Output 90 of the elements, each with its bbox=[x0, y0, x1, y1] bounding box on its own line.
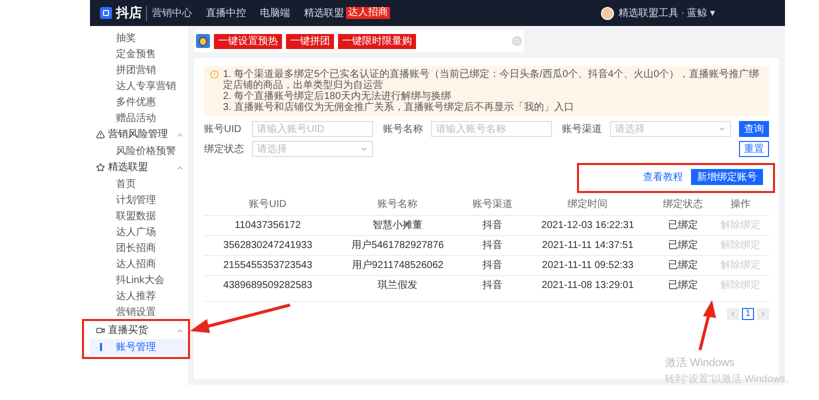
table-cell: 2021-12-03 16:22:31 bbox=[521, 215, 654, 235]
sidebar-item[interactable]: 风险价格预警 bbox=[90, 143, 188, 159]
input-field[interactable]: 请输入账号UID bbox=[252, 121, 373, 137]
table-cell: 抖音 bbox=[464, 255, 522, 275]
table-cell: 抖音 bbox=[464, 235, 522, 255]
table-cell: 抖音 bbox=[464, 215, 522, 235]
nav-link[interactable]: 直播中控 bbox=[206, 6, 246, 20]
chevron-right-icon bbox=[759, 310, 767, 318]
notice-text: 1. 每个渠道最多绑定5个已实名认证的直播账号（当前已绑定：今日头条/西瓜0个、抖音4个、火山0个），直播账号推广绑定店铺的商品，出单类型归为自运营 bbox=[223, 69, 760, 91]
notice-text: 3. 直播账号和店铺仅为无佣金推广关系，直播账号绑定后不再显示「我的」入口 bbox=[223, 102, 576, 113]
sidebar-item[interactable]: 抽奖 bbox=[90, 30, 188, 46]
table-cell: 已绑定 bbox=[654, 255, 712, 275]
search-icon[interactable] bbox=[512, 36, 522, 46]
sidebar-item[interactable]: 首页 bbox=[90, 176, 188, 192]
prev-page-button[interactable] bbox=[727, 308, 739, 320]
column-header: 绑定状态 bbox=[654, 195, 712, 215]
table-cell: 2021-11-11 09:52:33 bbox=[521, 255, 654, 275]
table-cell: 已绑定 bbox=[654, 215, 712, 235]
sidebar-item[interactable]: 拼团营销 bbox=[90, 62, 188, 78]
tutorial-link[interactable]: 查看教程 bbox=[643, 170, 683, 184]
column-header: 操作 bbox=[712, 195, 769, 215]
sidebar-group[interactable]: 直播买货 bbox=[90, 322, 188, 339]
notice-text: 2. 每个直播账号绑定后180天内无法进行解绑与换绑 bbox=[223, 91, 451, 102]
table-cell: 已绑定 bbox=[654, 235, 712, 255]
sidebar-group[interactable]: 精选联盟 bbox=[90, 159, 188, 176]
sidebar-item[interactable]: 计划管理 bbox=[90, 192, 188, 208]
filter-label: 绑定状态 bbox=[204, 142, 245, 156]
next-page-button[interactable] bbox=[757, 308, 769, 320]
avatar[interactable] bbox=[601, 6, 614, 20]
sidebar-item[interactable]: 达人推荐 bbox=[90, 288, 188, 304]
nav-link[interactable]: 电脑端 bbox=[260, 6, 290, 20]
promo-button[interactable]: 一键拼团 bbox=[286, 34, 334, 48]
sidebar-item[interactable]: 营销设置 bbox=[90, 304, 188, 320]
sidebar-item[interactable]: 达人招商 bbox=[90, 256, 188, 272]
reset-button[interactable]: 重置 bbox=[739, 141, 769, 157]
column-header: 账号UID bbox=[204, 195, 332, 215]
table-cell: 110437356172 bbox=[204, 215, 332, 235]
group-label: 营销风险管理 bbox=[108, 128, 169, 142]
group-label: 直播买货 bbox=[108, 324, 149, 338]
nav-badge: 达人招商 bbox=[346, 7, 390, 19]
filter-label: 账号UID bbox=[204, 122, 242, 136]
promo-button[interactable]: 一键限时限量购 bbox=[338, 34, 416, 48]
warning-icon bbox=[210, 70, 219, 79]
app-subtitle: 营销中心 bbox=[146, 6, 192, 20]
sidebar-item[interactable]: 团长招商 bbox=[90, 240, 188, 256]
group-label: 精选联盟 bbox=[108, 160, 149, 175]
search-button[interactable]: 查询 bbox=[739, 121, 769, 137]
table-cell: 2021-11-08 13:29:01 bbox=[521, 275, 654, 295]
table-cell: 智慧小摊董 bbox=[332, 215, 464, 235]
table-cell: 用户5461782927876 bbox=[332, 235, 464, 255]
warning-icon bbox=[96, 130, 105, 139]
table-cell: 4389689509282583 bbox=[204, 275, 332, 295]
column-header: 绑定时间 bbox=[521, 195, 654, 215]
column-header: 账号名称 bbox=[332, 195, 464, 215]
chevron-left-icon bbox=[729, 310, 737, 318]
table-cell: 2155455353723543 bbox=[204, 255, 332, 275]
chevron-icon bbox=[360, 145, 368, 153]
logo-icon bbox=[100, 7, 112, 19]
mascot-icon bbox=[196, 34, 210, 48]
table-cell: 3562830247241933 bbox=[204, 235, 332, 255]
table-cell: 抖音 bbox=[464, 275, 522, 295]
sidebar-item[interactable]: 联盟数据 bbox=[90, 208, 188, 224]
filter-label: 账号渠道 bbox=[562, 122, 603, 136]
promo-button[interactable]: 一键设置预热 bbox=[214, 34, 282, 48]
table-cell: 已绑定 bbox=[654, 275, 712, 295]
sidebar-item[interactable]: 赠品活动 bbox=[90, 110, 188, 126]
sidebar-item[interactable]: 多件优惠 bbox=[90, 94, 188, 110]
sidebar-item[interactable]: 达人专享营销 bbox=[90, 78, 188, 94]
star-icon bbox=[96, 163, 105, 172]
sidebar-item[interactable]: 达人广场 bbox=[90, 224, 188, 240]
user-menu[interactable]: 精选联盟工具 · 蓝鲸 ▾ bbox=[618, 6, 715, 20]
table-cell: 用户9211748526062 bbox=[332, 255, 464, 275]
sidebar-item[interactable]: 抖Link大会 bbox=[90, 272, 188, 288]
sidebar-item[interactable]: 定金预售 bbox=[90, 46, 188, 62]
nav-link[interactable]: 精选联盟 bbox=[304, 6, 344, 20]
table-cell: 2021-11-11 14:37:51 bbox=[521, 235, 654, 255]
sidebar-item[interactable]: 账号管理 bbox=[90, 339, 188, 355]
arrow bbox=[698, 300, 716, 350]
chevron-icon bbox=[718, 125, 726, 133]
activation-text: 转到“设置”以激活 Windows。 bbox=[665, 372, 796, 386]
filter-label: 账号名称 bbox=[383, 122, 424, 136]
column-header: 账号渠道 bbox=[464, 195, 522, 215]
logo-text: 抖店 bbox=[116, 4, 142, 22]
table-cell: 琪兰假发 bbox=[332, 275, 464, 295]
input-field[interactable]: 请输入账号名称 bbox=[431, 121, 552, 137]
sidebar-group[interactable]: 营销风险管理 bbox=[90, 126, 188, 143]
page-button[interactable]: 1 bbox=[742, 308, 754, 320]
video-icon bbox=[96, 326, 105, 335]
add-account-button[interactable]: 新增绑定账号 bbox=[691, 169, 763, 185]
activation-title: 激活 Windows bbox=[665, 356, 736, 371]
